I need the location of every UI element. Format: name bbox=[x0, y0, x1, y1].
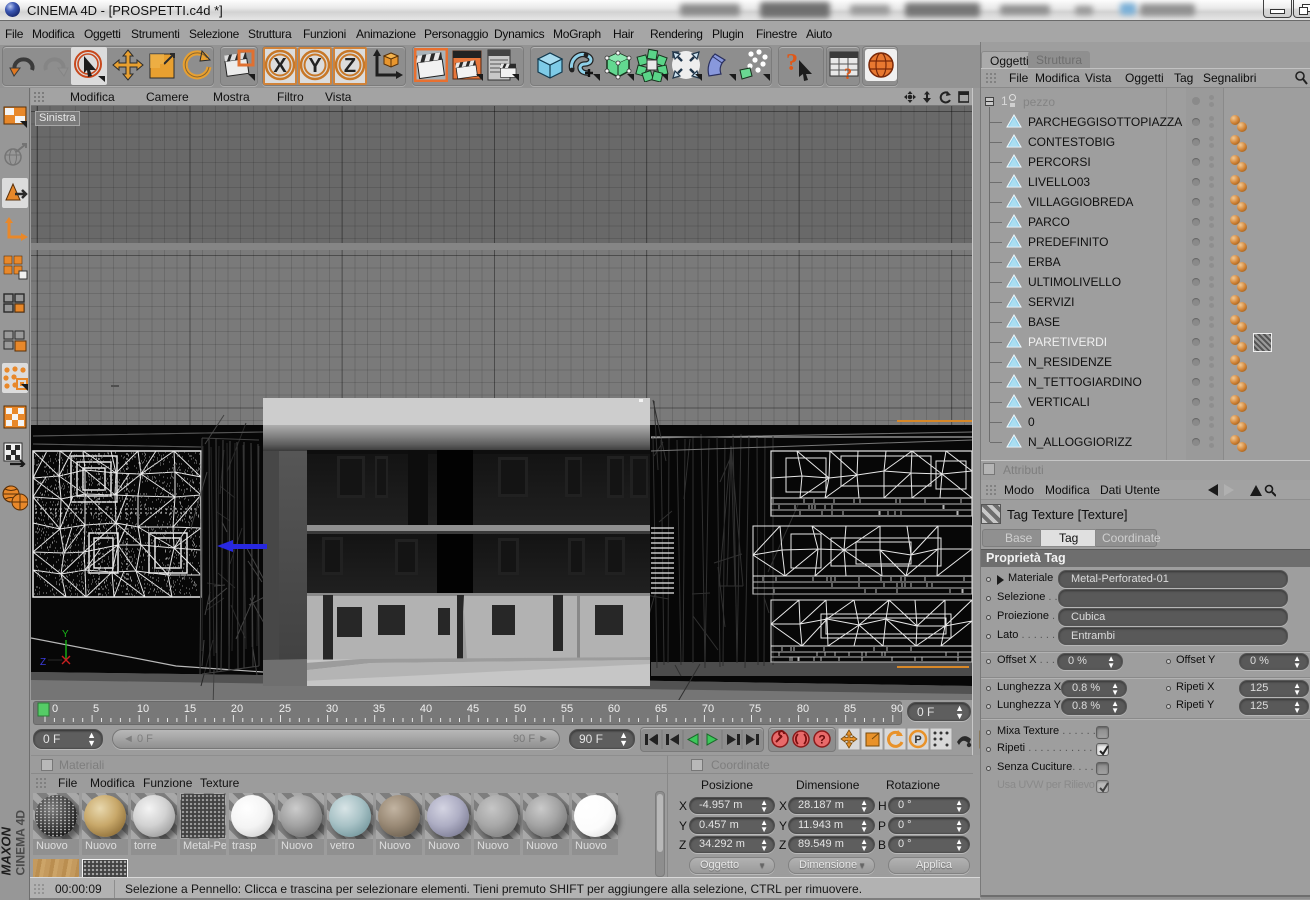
svg-text:Y: Y bbox=[308, 55, 322, 77]
svg-text:70: 70 bbox=[702, 703, 714, 715]
svg-text:35: 35 bbox=[373, 703, 385, 715]
svg-text:5: 5 bbox=[93, 703, 99, 715]
svg-text:65: 65 bbox=[655, 703, 667, 715]
svg-text:50: 50 bbox=[514, 703, 526, 715]
svg-text:10: 10 bbox=[137, 703, 149, 715]
svg-text:20: 20 bbox=[231, 703, 243, 715]
svg-text:?: ? bbox=[844, 66, 852, 82]
svg-text:X: X bbox=[273, 55, 287, 77]
svg-text:0: 0 bbox=[52, 703, 58, 715]
svg-text:55: 55 bbox=[561, 703, 573, 715]
svg-text:75: 75 bbox=[749, 703, 761, 715]
svg-text:30: 30 bbox=[326, 703, 338, 715]
svg-text:40: 40 bbox=[420, 703, 432, 715]
svg-text:25: 25 bbox=[279, 703, 291, 715]
svg-text:80: 80 bbox=[797, 703, 809, 715]
svg-text:?: ? bbox=[818, 733, 825, 747]
svg-text:Z: Z bbox=[40, 657, 46, 668]
svg-text:90: 90 bbox=[891, 703, 903, 715]
svg-text:45: 45 bbox=[467, 703, 479, 715]
svg-text:85: 85 bbox=[844, 703, 856, 715]
svg-text:?: ? bbox=[786, 50, 798, 76]
svg-text:P: P bbox=[914, 734, 921, 746]
svg-text:Y: Y bbox=[62, 629, 69, 640]
svg-text:Z: Z bbox=[344, 55, 356, 77]
svg-text:60: 60 bbox=[608, 703, 620, 715]
svg-text:15: 15 bbox=[184, 703, 196, 715]
